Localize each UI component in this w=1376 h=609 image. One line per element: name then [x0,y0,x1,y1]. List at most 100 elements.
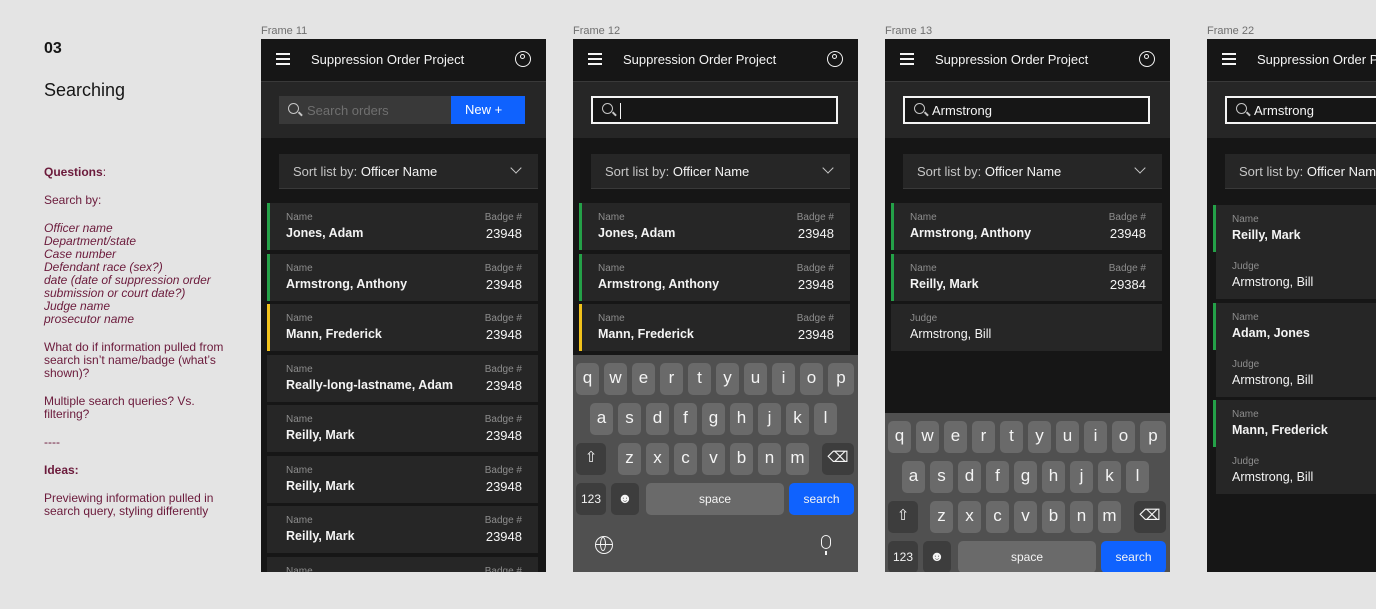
menu-icon[interactable] [1222,53,1236,65]
sort-dropdown[interactable]: Sort list by: Officer Name [903,154,1162,189]
list-item[interactable]: Name Mann, Frederick [1213,400,1376,447]
user-avatar-icon[interactable] [1139,51,1155,67]
key[interactable]: w [916,421,939,453]
backspace-key[interactable]: ⌫ [1134,501,1166,533]
key[interactable]: m [1098,501,1121,533]
list-item[interactable]: Name Mann, Frederick Badge # 23948 [267,304,538,351]
menu-icon[interactable] [900,53,914,65]
key[interactable]: i [772,363,795,395]
numbers-key[interactable]: 123 [888,541,918,572]
list-item[interactable]: Name Reilly, Mark Badge # 29384 [891,253,1162,301]
key[interactable]: i [1084,421,1107,453]
key[interactable]: b [1042,501,1065,533]
menu-icon[interactable] [588,53,602,65]
list-item-judge[interactable]: Judge Armstrong, Bill [1216,252,1376,299]
key[interactable]: h [1042,461,1065,493]
sort-dropdown[interactable]: Sort list by: Officer Name [1225,154,1376,189]
key[interactable]: s [618,403,641,435]
key[interactable]: k [1098,461,1121,493]
key[interactable]: d [958,461,981,493]
key[interactable]: n [1070,501,1093,533]
user-avatar-icon[interactable] [515,51,531,67]
key[interactable]: r [972,421,995,453]
key[interactable]: f [674,403,697,435]
list-item[interactable]: Name Armstrong, Anthony Badge # 23948 [267,253,538,301]
key[interactable]: h [730,403,753,435]
key[interactable]: p [828,363,854,395]
key[interactable]: q [576,363,599,395]
list-item[interactable]: Name Reilly, Mark [1213,205,1376,252]
list-item[interactable]: Name Reilly, Mark Badge # 23948 [267,455,538,503]
search-input[interactable]: Armstrong [1225,96,1376,124]
list-item[interactable]: Name Adam, Jones [1213,302,1376,350]
search-key[interactable]: search [1101,541,1166,572]
key[interactable]: p [1140,421,1166,453]
list-item[interactable]: Name Reilly, Mark Badge # 23948 [267,405,538,452]
list-item-judge[interactable]: Judge Armstrong, Bill [1216,349,1376,397]
key[interactable]: m [786,443,809,475]
globe-icon[interactable] [595,536,613,554]
list-item[interactable]: Name Mann, Frederick Badge # 23948 [579,304,850,351]
shift-key[interactable]: ⇧ [888,501,918,533]
key[interactable]: v [702,443,725,475]
key[interactable]: g [702,403,725,435]
list-item[interactable]: Name Armstrong, Anthony Badge # 23948 [891,203,1162,250]
search-input[interactable]: Search orders [279,96,451,124]
list-item-judge[interactable]: Judge Armstrong, Bill [1216,447,1376,494]
key[interactable]: v [1014,501,1037,533]
key[interactable]: o [1112,421,1135,453]
sort-dropdown[interactable]: Sort list by: Officer Name [591,154,850,189]
key[interactable]: b [730,443,753,475]
key[interactable]: w [604,363,627,395]
key[interactable]: y [716,363,739,395]
emoji-key[interactable]: ☻ [611,483,639,515]
numbers-key[interactable]: 123 [576,483,606,515]
key[interactable]: c [674,443,697,475]
list-item[interactable]: Name Really-long-lastname, Adam Badge # 239… [267,354,538,402]
emoji-key[interactable]: ☻ [923,541,951,572]
key[interactable]: k [786,403,809,435]
key[interactable]: c [986,501,1009,533]
key[interactable]: n [758,443,781,475]
list-item[interactable]: Name Reilly, Mark Badge # 23948 [267,506,538,553]
key[interactable]: u [1056,421,1079,453]
microphone-icon[interactable] [821,535,831,555]
user-avatar-icon[interactable] [827,51,843,67]
key[interactable]: g [1014,461,1037,493]
list-item-judge[interactable]: Judge Armstrong, Bill [891,304,1162,351]
sort-dropdown[interactable]: Sort list by: Officer Name [279,154,538,189]
key[interactable]: t [1000,421,1023,453]
key[interactable]: e [632,363,655,395]
key[interactable]: a [902,461,925,493]
key[interactable]: o [800,363,823,395]
search-input[interactable]: Armstrong [903,96,1150,124]
key[interactable]: e [944,421,967,453]
search-key[interactable]: search [789,483,854,515]
key[interactable]: t [688,363,711,395]
list-item[interactable]: Name Badge # [267,556,538,572]
key[interactable]: u [744,363,767,395]
key[interactable]: y [1028,421,1051,453]
key[interactable]: x [646,443,669,475]
key[interactable]: j [1070,461,1093,493]
list-item[interactable]: Name Jones, Adam Badge # 23948 [579,203,850,250]
key[interactable]: l [814,403,837,435]
menu-icon[interactable] [276,53,290,65]
search-input[interactable] [591,96,838,124]
key[interactable]: r [660,363,683,395]
key[interactable]: z [618,443,641,475]
new-button[interactable]: New + [451,96,525,124]
backspace-key[interactable]: ⌫ [822,443,854,475]
key[interactable]: f [986,461,1009,493]
key[interactable]: a [590,403,613,435]
key[interactable]: q [888,421,911,453]
key[interactable]: d [646,403,669,435]
key[interactable]: j [758,403,781,435]
key[interactable]: l [1126,461,1149,493]
list-item[interactable]: Name Jones, Adam Badge # 23948 [267,203,538,250]
key[interactable]: s [930,461,953,493]
key[interactable]: z [930,501,953,533]
space-key[interactable]: space [646,483,784,515]
space-key[interactable]: space [958,541,1096,572]
list-item[interactable]: Name Armstrong, Anthony Badge # 23948 [579,253,850,301]
